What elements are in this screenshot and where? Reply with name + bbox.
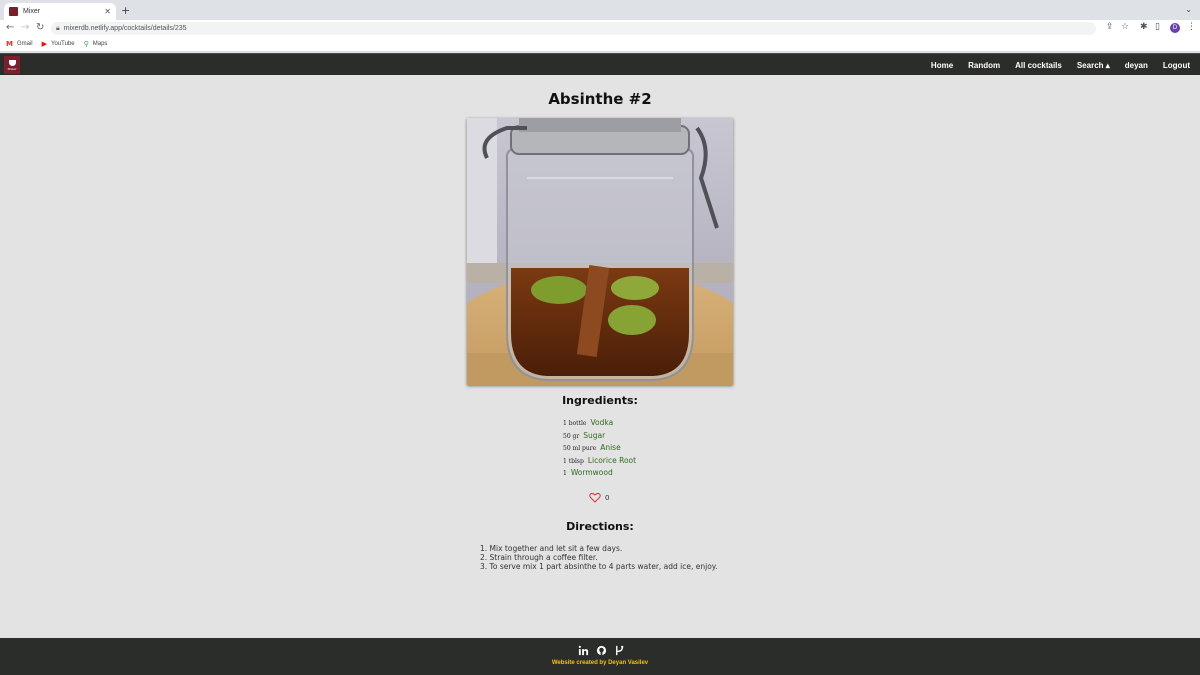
ingredient-link[interactable]: Licorice Root xyxy=(588,456,636,465)
bookmark-gmail[interactable]: M Gmail xyxy=(6,40,33,48)
nav-links: Home Random All cocktails Search ▴ deyan… xyxy=(916,54,1190,76)
nav-all-cocktails[interactable]: All cocktails xyxy=(1015,61,1062,70)
ingredient-link[interactable]: Sugar xyxy=(583,431,605,440)
favicon-icon xyxy=(9,7,18,16)
bookmark-youtube[interactable]: ▶ YouTube xyxy=(42,40,75,48)
chevron-down-icon[interactable]: ⌄ xyxy=(1185,5,1192,14)
nav-home[interactable]: Home xyxy=(931,61,953,70)
star-icon[interactable]: ☆ xyxy=(1121,22,1129,32)
sidepanel-icon[interactable]: ▯ xyxy=(1155,22,1160,32)
github-icon[interactable] xyxy=(596,645,607,656)
ingredient-row: 1 Wormwood xyxy=(563,468,636,481)
bookmarks-bar: M Gmail ▶ YouTube ⚲ Maps xyxy=(0,37,1200,52)
nav-search-dropdown[interactable]: Search ▴ xyxy=(1077,61,1110,70)
bookmark-label: Maps xyxy=(92,41,108,47)
nav-logout[interactable]: Logout xyxy=(1163,61,1190,70)
bookmark-maps[interactable]: ⚲ Maps xyxy=(84,40,108,48)
cocktail-title: Absinthe #2 xyxy=(548,90,652,108)
mixer-logo[interactable]: Mixer xyxy=(4,56,20,74)
direction-step: 2. Strain through a coffee filter. xyxy=(480,553,598,562)
ingredient-link[interactable]: Anise xyxy=(600,443,621,452)
direction-step: 1. Mix together and let sit a few days. xyxy=(480,544,623,553)
lock-icon: 🔒︎ xyxy=(56,24,60,32)
bookmark-label: YouTube xyxy=(51,41,75,47)
social-links xyxy=(578,645,632,656)
reload-icon[interactable]: ↻ xyxy=(36,22,44,33)
ingredient-quantity: 50 gr xyxy=(563,432,580,440)
gitlab-icon[interactable] xyxy=(614,645,625,656)
footer-credit[interactable]: Website created by Deyan Vasilev xyxy=(0,660,1200,666)
bookmark-label: Gmail xyxy=(16,41,33,47)
ingredients-list: 1 bottle Vodka 50 gr Sugar 50 ml pure An… xyxy=(563,418,636,481)
close-icon[interactable]: ✕ xyxy=(104,7,111,16)
ingredient-row: 50 gr Sugar xyxy=(563,431,636,444)
ingredient-row: 50 ml pure Anise xyxy=(563,443,636,456)
ingredient-link[interactable]: Vodka xyxy=(590,418,613,427)
ingredient-quantity: 50 ml pure xyxy=(563,445,597,453)
directions-heading: Directions: xyxy=(566,520,634,533)
footer: Website created by Deyan Vasilev xyxy=(0,638,1200,675)
ingredient-quantity: 1 xyxy=(563,470,567,478)
address-bar[interactable]: 🔒︎ mixerdb.netlify.app/cocktails/details… xyxy=(51,22,1096,35)
nav-random[interactable]: Random xyxy=(968,61,1000,70)
menu-icon[interactable]: ⋮ xyxy=(1187,22,1196,32)
ingredient-quantity: 1 tblsp xyxy=(563,457,584,465)
browser-toolbar: ← → ↻ 🔒︎ mixerdb.netlify.app/cocktails/d… xyxy=(0,20,1200,37)
back-icon[interactable]: ← xyxy=(6,22,14,33)
nav-user-profile[interactable]: deyan xyxy=(1125,61,1148,70)
browser-tabstrip: Mixer ✕ + ⌄ xyxy=(0,0,1200,20)
url-text: mixerdb.netlify.app/cocktails/details/23… xyxy=(63,25,187,32)
ingredient-row: 1 tblsp Licorice Root xyxy=(563,456,636,469)
direction-step: 3. To serve mix 1 part absinthe to 4 par… xyxy=(480,562,718,571)
directions-list: 1. Mix together and let sit a few days. … xyxy=(480,544,718,571)
like-count: 0 xyxy=(605,493,610,502)
ingredients-heading: Ingredients: xyxy=(562,394,638,407)
maps-icon: ⚲ xyxy=(83,40,89,48)
linkedin-icon[interactable] xyxy=(578,645,589,656)
youtube-icon: ▶ xyxy=(41,40,48,48)
absinthe-jar-photo xyxy=(467,118,733,385)
cocktail-photo xyxy=(467,118,733,385)
forward-icon[interactable]: → xyxy=(21,22,29,33)
browser-tab[interactable]: Mixer ✕ xyxy=(4,3,116,20)
cocktail-glass-icon xyxy=(8,59,16,66)
new-tab-icon[interactable]: + xyxy=(121,4,130,17)
ingredient-row: 1 bottle Vodka xyxy=(563,418,636,431)
ingredient-link[interactable]: Wormwood xyxy=(571,468,613,477)
tab-title: Mixer xyxy=(23,8,41,15)
heart-icon[interactable] xyxy=(589,492,601,503)
logo-text: Mixer xyxy=(7,66,17,71)
share-icon[interactable]: ⇪ xyxy=(1106,22,1114,32)
app-navbar: Mixer Home Random All cocktails Search ▴… xyxy=(0,53,1200,75)
ingredient-quantity: 1 bottle xyxy=(563,420,587,427)
profile-avatar[interactable]: D xyxy=(1170,23,1180,33)
likes: 0 xyxy=(589,492,609,503)
extensions-icon[interactable]: ✱ xyxy=(1140,22,1148,32)
gmail-icon: M xyxy=(6,40,13,48)
